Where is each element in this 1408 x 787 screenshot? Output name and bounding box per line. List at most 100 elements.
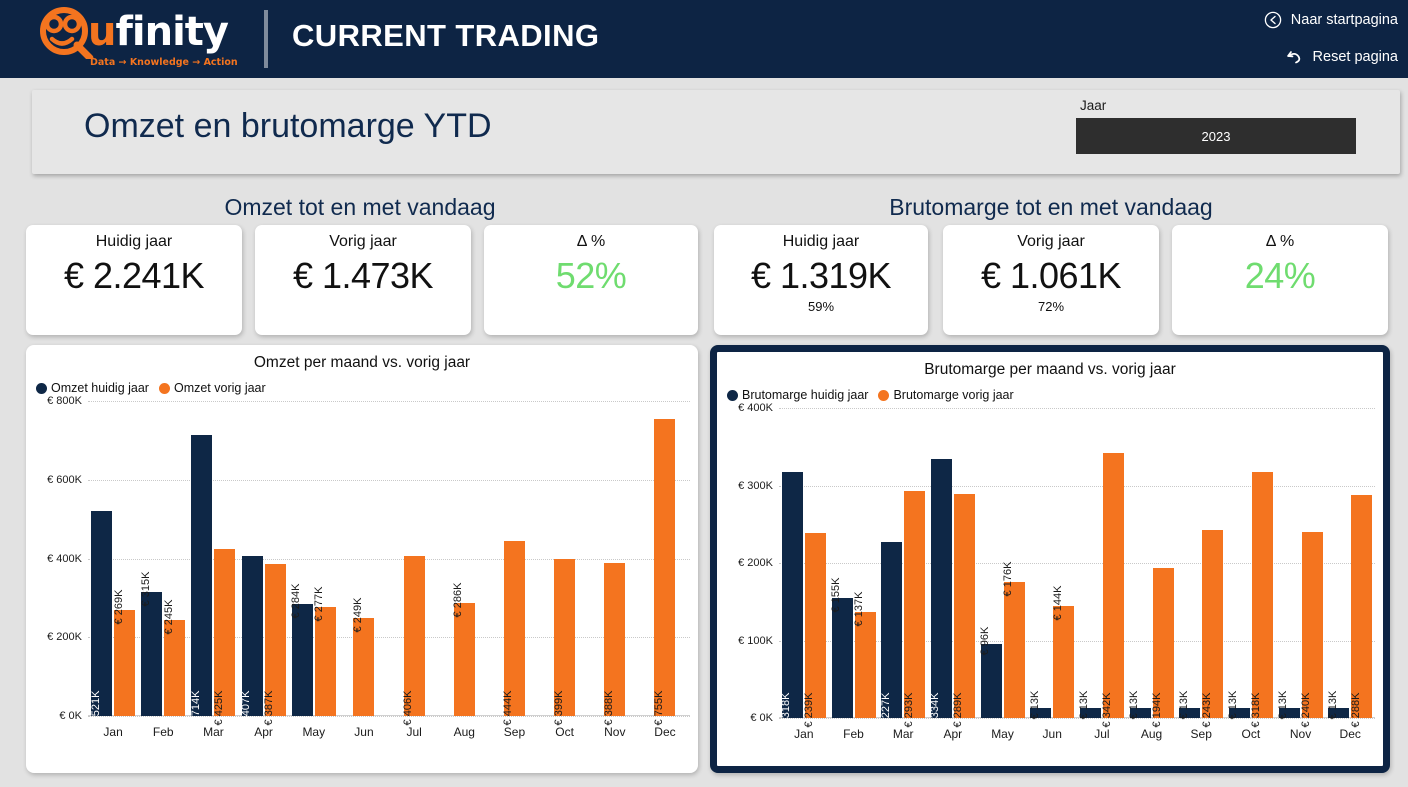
bar-current-year[interactable]: € 334K <box>929 459 952 727</box>
bar-previous-year[interactable]: € 406K <box>402 556 425 725</box>
bar-previous-year[interactable]: € 176K <box>1002 561 1025 718</box>
bar-group[interactable]: € 284K € 277K <box>289 401 339 716</box>
chart-plot-area[interactable]: € 0K € 100K € 200K € 300K € 400K € 318K € 239K… <box>717 402 1383 748</box>
bar-previous-year[interactable]: € 444K <box>502 541 525 725</box>
chart-card-omzet[interactable]: Omzet per maand vs. vorig jaar Omzet hui… <box>26 345 698 773</box>
kpi-card-omzet-huidig-jaar[interactable]: Huidig jaar € 2.241K <box>26 225 242 335</box>
legend-item-previous[interactable]: Brutomarge vorig jaar <box>878 388 1014 402</box>
nav-reset-button[interactable]: Reset pagina <box>1285 47 1398 67</box>
bar-group[interactable]: € 13K € 194K <box>1127 408 1177 727</box>
bar-group[interactable]: € 714K € 425K <box>188 401 238 725</box>
kpi-card-omzet-vorig-jaar[interactable]: Vorig jaar € 1.473K <box>255 225 471 335</box>
bar-previous-year[interactable]: € 286K <box>452 583 475 716</box>
bar-previous-year[interactable]: € 269K <box>113 590 136 716</box>
bar-current-year[interactable]: € 13K <box>1277 691 1300 719</box>
bar-previous-year[interactable]: € 387K <box>263 563 286 725</box>
bar-current-year[interactable]: € 714K <box>190 434 213 725</box>
bar-previous-year[interactable]: € 137K <box>853 591 876 718</box>
bar-group[interactable]: € 96K € 176K <box>978 408 1028 718</box>
x-axis-tick[interactable]: Jun <box>339 725 389 739</box>
x-axis-tick[interactable]: Jul <box>1077 727 1127 741</box>
bar-current-year[interactable]: € 155K <box>830 577 853 718</box>
bar-previous-year[interactable]: € 240K <box>1300 532 1323 727</box>
bar-previous-year[interactable]: € 425K <box>213 548 236 725</box>
bar-previous-year[interactable]: € 399K <box>553 558 576 725</box>
bar-current-year[interactable]: € 318K <box>780 471 803 727</box>
bar-previous-year[interactable]: € 318K <box>1250 471 1273 727</box>
bar-group[interactable]: € 444K <box>489 401 539 725</box>
bar-group[interactable]: € 13K € 144K <box>1027 408 1077 719</box>
bar-group[interactable]: € 521K € 269K <box>88 401 138 725</box>
x-axis-tick[interactable]: Jun <box>1027 727 1077 741</box>
bar-previous-year[interactable]: € 245K <box>163 599 186 716</box>
x-axis-tick[interactable]: Apr <box>928 727 978 741</box>
bar-previous-year[interactable]: € 288K <box>1350 494 1373 727</box>
x-axis-tick[interactable]: Sep <box>489 725 539 739</box>
bar-previous-year[interactable]: € 144K <box>1052 586 1075 718</box>
chart-legend[interactable]: Brutomarge huidig jaar Brutomarge vorig … <box>717 379 1383 402</box>
kpi-card-brutomarge-huidig-jaar[interactable]: Huidig jaar € 1.319K 59% <box>714 225 928 335</box>
x-axis-tick[interactable]: Oct <box>540 725 590 739</box>
bar-current-year[interactable]: € 521K <box>90 510 113 725</box>
bar-previous-year[interactable]: € 243K <box>1201 529 1224 727</box>
nav-home-button[interactable]: Naar startpagina <box>1263 10 1398 30</box>
bar-group[interactable]: € 13K € 342K <box>1077 408 1127 727</box>
bar-previous-year[interactable]: € 293K <box>903 490 926 727</box>
legend-item-previous[interactable]: Omzet vorig jaar <box>158 381 266 395</box>
x-axis-tick[interactable]: May <box>978 727 1028 741</box>
bar-group[interactable]: € 13K € 240K <box>1276 408 1326 727</box>
bar-group[interactable]: € 227K € 293K <box>878 408 928 727</box>
bar-group[interactable]: € 388K <box>590 401 640 725</box>
chart-plot-area[interactable]: € 0K € 200K € 400K € 600K € 800K € 521K € 269K… <box>26 395 698 746</box>
chart-card-brutomarge[interactable]: Brutomarge per maand vs. vorig jaar Brut… <box>710 345 1390 773</box>
x-axis-tick[interactable]: Feb <box>829 727 879 741</box>
kpi-card-brutomarge-vorig-jaar[interactable]: Vorig jaar € 1.061K 72% <box>943 225 1159 335</box>
x-axis-tick[interactable]: Jul <box>389 725 439 739</box>
x-axis-tick[interactable]: May <box>289 725 339 739</box>
bar-group[interactable]: € 407K € 387K <box>239 401 289 725</box>
bar-current-year[interactable]: € 13K <box>1227 691 1250 719</box>
bar-group[interactable]: € 399K <box>540 401 590 725</box>
bar-current-year[interactable]: € 13K <box>1029 691 1052 719</box>
x-axis-tick[interactable]: Feb <box>138 725 188 739</box>
x-axis-tick[interactable]: Sep <box>1176 727 1226 741</box>
x-axis-tick[interactable]: Oct <box>1226 727 1276 741</box>
bar-group[interactable]: € 13K € 318K <box>1226 408 1276 727</box>
x-axis-tick[interactable]: Aug <box>1127 727 1177 741</box>
bar-group[interactable]: € 334K € 289K <box>928 408 978 727</box>
bar-previous-year[interactable]: € 388K <box>603 563 626 725</box>
bar-previous-year[interactable]: € 342K <box>1101 452 1124 727</box>
x-axis-tick[interactable]: Nov <box>1276 727 1326 741</box>
bar-current-year[interactable]: € 315K <box>140 572 163 716</box>
x-axis-tick[interactable]: Jan <box>88 725 138 739</box>
bar-group[interactable]: € 286K <box>439 401 489 716</box>
bar-group[interactable]: € 249K <box>339 401 389 716</box>
bar-previous-year[interactable]: € 277K <box>313 587 336 716</box>
chart-legend[interactable]: Omzet huidig jaar Omzet vorig jaar <box>26 372 698 395</box>
bar-current-year[interactable]: € 13K <box>1128 691 1151 719</box>
x-axis-tick[interactable]: Mar <box>878 727 928 741</box>
bar-group[interactable]: € 406K <box>389 401 439 725</box>
bar-current-year[interactable]: € 96K <box>979 626 1002 718</box>
bar-group[interactable]: € 318K € 239K <box>779 408 829 727</box>
bar-group[interactable]: € 13K € 243K <box>1176 408 1226 727</box>
x-axis-tick[interactable]: Apr <box>239 725 289 739</box>
legend-item-current[interactable]: Omzet huidig jaar <box>36 381 149 395</box>
bar-previous-year[interactable]: € 289K <box>952 494 975 727</box>
year-slicer[interactable]: Jaar 2023 <box>1076 98 1356 154</box>
bar-group[interactable]: € 155K € 137K <box>829 408 879 718</box>
x-axis-tick[interactable]: Jan <box>779 727 829 741</box>
bar-current-year[interactable]: € 13K <box>1178 691 1201 719</box>
bar-group[interactable]: € 315K € 245K <box>138 401 188 716</box>
x-axis-tick[interactable]: Dec <box>640 725 690 739</box>
bar-previous-year[interactable]: € 755K <box>653 418 676 725</box>
bar-current-year[interactable]: € 284K <box>290 584 313 716</box>
bar-current-year[interactable]: € 407K <box>240 555 263 725</box>
bar-previous-year[interactable]: € 239K <box>803 532 826 727</box>
x-axis-tick[interactable]: Aug <box>439 725 489 739</box>
year-slicer-value[interactable]: 2023 <box>1076 118 1356 154</box>
bar-current-year[interactable]: € 13K <box>1078 691 1101 719</box>
bar-previous-year[interactable]: € 194K <box>1151 567 1174 727</box>
bar-group[interactable]: € 13K € 288K <box>1325 408 1375 727</box>
bar-group[interactable]: € 755K <box>640 401 690 725</box>
